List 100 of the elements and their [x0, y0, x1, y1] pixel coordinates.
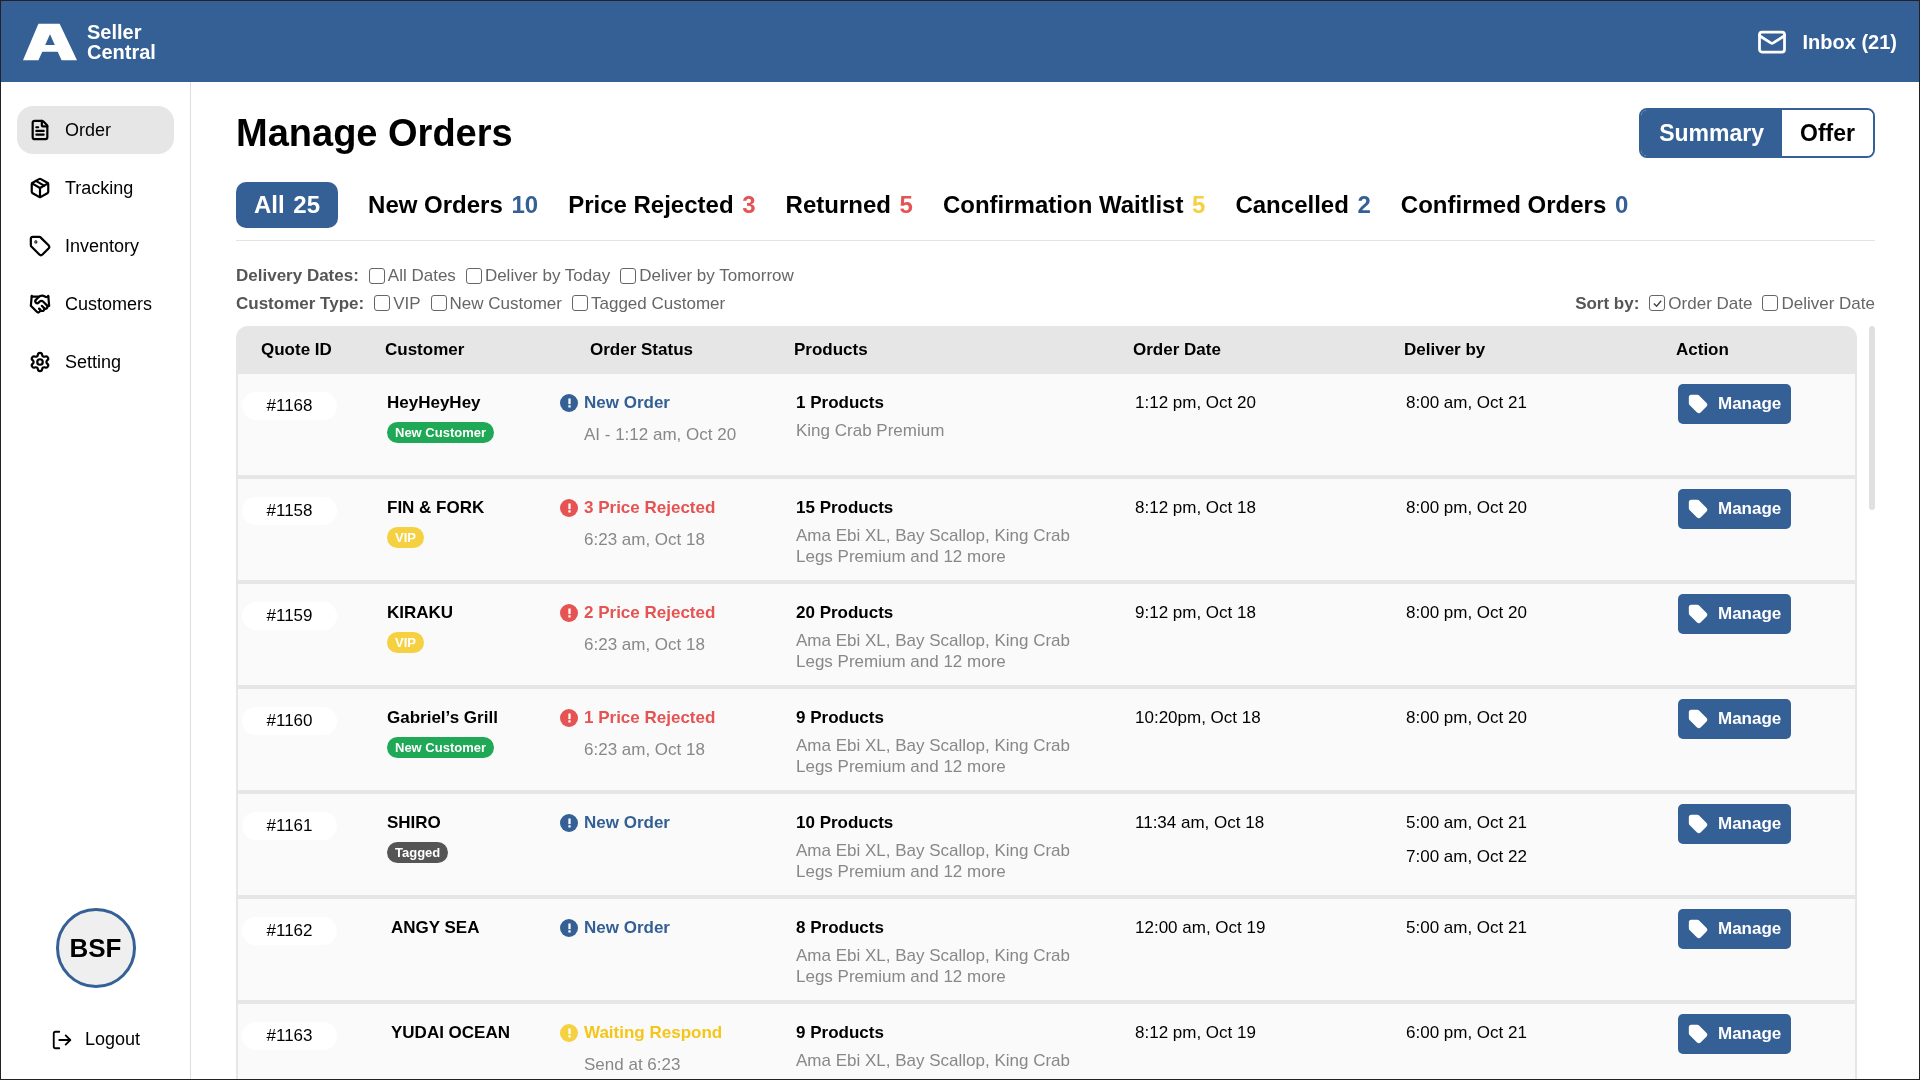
sidebar-item[interactable]: Tracking [17, 164, 174, 212]
quote-id: #1158 [242, 497, 337, 525]
checkbox[interactable] [465, 267, 482, 284]
sidebar-item[interactable]: Inventory [17, 222, 174, 270]
sidebar-item[interactable]: Customers [17, 280, 174, 328]
filter-tab[interactable]: Price Rejected 3 [568, 182, 756, 228]
deliver-date: 8:00 pm, Oct 20 [1406, 707, 1528, 729]
checkbox[interactable] [572, 295, 588, 312]
package-icon [29, 177, 51, 199]
column-header: Products [794, 339, 869, 362]
order-date: 1:12 pm, Oct 20 [1135, 393, 1256, 412]
checkbox[interactable] [368, 267, 385, 284]
checkbox[interactable] [374, 295, 391, 312]
checkbox-option[interactable]: Deliver by Tomorrow [620, 263, 794, 289]
sort-label: Sort by: [1575, 292, 1640, 315]
quote-id: #1162 [242, 917, 337, 945]
deliver-date: 8:00 pm, Oct 20 [1406, 497, 1528, 519]
deliver-date: 8:00 pm, Oct 20 [1406, 602, 1528, 624]
alert-icon [560, 1023, 578, 1042]
alert-icon [560, 813, 578, 832]
order-status: 2 Price Rejected [584, 602, 716, 624]
product-list: Ama Ebi XL, Bay Scallop, King Crab [796, 629, 1135, 651]
sidebar-item[interactable]: Setting [17, 338, 174, 386]
inbox-button[interactable]: Inbox (21) [1754, 26, 1897, 57]
table-row[interactable]: #1160 Gabriel’s Grill New Customer 1 Price Rejected 6:23 am, Oct 18 9 Products Ama Ebi XL, Bay Scallop, King Crab Legs Premium and 12 more 10:20pm, Oct 18 8:00 pm, Oct 20 Manage [238, 689, 1855, 790]
manage-button[interactable]: Manage [1678, 804, 1792, 844]
column-header: Deliver by [1404, 339, 1487, 362]
customer-tag: New Customer [387, 736, 495, 758]
product-list: King Crab Premium [796, 419, 1135, 441]
tag-icon [1688, 1024, 1708, 1044]
filter-tab[interactable]: Confirmed Orders 0 [1400, 182, 1629, 228]
avatar[interactable]: BSF [55, 908, 136, 988]
quote-id: #1159 [242, 602, 337, 630]
customer-name: Gabriel’s Grill [387, 707, 498, 729]
page-title: Manage Orders [236, 111, 513, 156]
order-status: Waiting Respond [584, 1022, 723, 1044]
product-list: Legs Premium and 12 more [796, 545, 1135, 567]
logout-button[interactable]: Logout [50, 1026, 141, 1053]
filter-tab[interactable]: New Orders 10 [368, 182, 539, 228]
manage-button[interactable]: Manage [1678, 1014, 1792, 1054]
table-row[interactable]: #1159 KIRAKU VIP 2 Price Rejected 6:23 am, Oct 18 20 Products Ama Ebi XL, Bay Scallop, King Crab Legs Premium and 12 more 9:12 pm, Oct 18 8:00 pm, Oct 20 Manage [238, 584, 1855, 685]
check-icon [1651, 297, 1663, 309]
checkbox[interactable] [620, 267, 637, 284]
table-row[interactable]: #1163 YUDAI OCEAN Waiting Respond Send at 6:23 9 Products Ama Ebi XL, Bay Scallop, King Crab 8:12 pm, Oct 19 6:00 pm, Oct 21 Manage [238, 1004, 1855, 1079]
tag-icon [1688, 499, 1708, 519]
table-row[interactable]: #1161 SHIRO Tagged New Order 10 Products Ama Ebi XL, Bay Scallop, King Crab Legs Premium and 12 more 11:34 am, Oct 18 5:00 am, Oct 21 7:00 am, Oct 22 Manage [238, 794, 1855, 895]
order-date: 12:00 am, Oct 19 [1135, 918, 1266, 937]
alert-icon [560, 393, 578, 412]
filter-tab[interactable]: Returned 5 [785, 182, 913, 228]
deliver-date: 5:00 am, Oct 21 [1406, 812, 1528, 834]
table-row[interactable]: #1162 ANGY SEA New Order 8 Products Ama Ebi XL, Bay Scallop, King Crab Legs Premium and 12 more 12:00 am, Oct 19 5:00 am, Oct 21 Manage [238, 899, 1855, 1000]
checkbox-option[interactable]: Deliver Date [1762, 290, 1875, 316]
checkbox-option[interactable]: Tagged Customer [572, 290, 726, 316]
table-row[interactable]: #1168 HeyHeyHey New Customer New Order AI - 1:12 am, Oct 20 1 Products King Crab Premium 1:12 pm, Oct 20 8:00 am, Oct 21 Manage [238, 374, 1855, 475]
manage-button[interactable]: Manage [1678, 594, 1792, 634]
deliver-date: 6:00 pm, Oct 21 [1406, 1022, 1528, 1044]
order-status: 3 Price Rejected [584, 497, 716, 519]
product-list: Legs Premium and 12 more [796, 860, 1135, 882]
table-row[interactable]: #1158 FIN & FORK VIP 3 Price Rejected 6:23 am, Oct 18 15 Products Ama Ebi XL, Bay Scallop, King Crab Legs Premium and 12 more 8:12 pm, Oct 18 8:00 pm, Oct 20 Manage [238, 479, 1855, 580]
alert-icon [560, 603, 578, 622]
customer-name: SHIRO [387, 812, 441, 834]
filter-label: Delivery Dates: [236, 265, 359, 287]
order-date: 8:12 pm, Oct 19 [1135, 1023, 1256, 1042]
handshake-icon [29, 293, 51, 315]
filter-tab[interactable]: Cancelled 2 [1235, 182, 1371, 228]
customer-name: ANGY SEA [391, 917, 480, 939]
manage-button[interactable]: Manage [1678, 489, 1792, 529]
customer-tag: VIP [387, 526, 424, 548]
customer-name: YUDAI OCEAN [391, 1022, 510, 1044]
status-time: 6:23 am, Oct 18 [583, 738, 706, 761]
order-status: 1 Price Rejected [584, 707, 716, 729]
column-header: Action [1676, 339, 1730, 362]
checkbox[interactable] [1649, 295, 1666, 312]
product-list: Legs Premium and 12 more [796, 650, 1135, 672]
tag-icon [29, 235, 51, 257]
checkbox-option[interactable]: Deliver by Today [465, 263, 611, 289]
customer-tag: New Customer [387, 421, 495, 443]
checkbox[interactable] [430, 295, 447, 312]
tag-icon [1688, 394, 1708, 414]
checkbox[interactable] [1762, 295, 1779, 312]
order-status: New Order [584, 812, 670, 834]
checkbox-option[interactable]: All Dates [368, 263, 456, 289]
checkbox-option[interactable]: VIP [374, 290, 421, 316]
checkbox-option[interactable]: Order Date [1649, 290, 1753, 316]
quote-id: #1168 [242, 392, 337, 420]
manage-button[interactable]: Manage [1678, 384, 1792, 424]
filter-tab[interactable]: Confirmation Waitlist 5 [942, 182, 1206, 228]
sidebar-item[interactable]: Order [17, 106, 174, 154]
alert-icon [560, 918, 578, 937]
column-header: Order Date [1133, 339, 1222, 362]
logo-icon [23, 22, 77, 61]
manage-button[interactable]: Manage [1678, 699, 1792, 739]
customer-tag: Tagged [387, 841, 449, 863]
product-list: Ama Ebi XL, Bay Scallop, King Crab [796, 944, 1135, 966]
manage-button[interactable]: Manage [1678, 909, 1792, 949]
alert-icon [560, 708, 578, 727]
quote-id: #1160 [242, 707, 337, 735]
filter-tab[interactable]: All 25 [236, 182, 339, 228]
toggle-option[interactable]: Summary [1641, 110, 1783, 156]
checkbox-option[interactable]: New Customer [430, 290, 562, 316]
